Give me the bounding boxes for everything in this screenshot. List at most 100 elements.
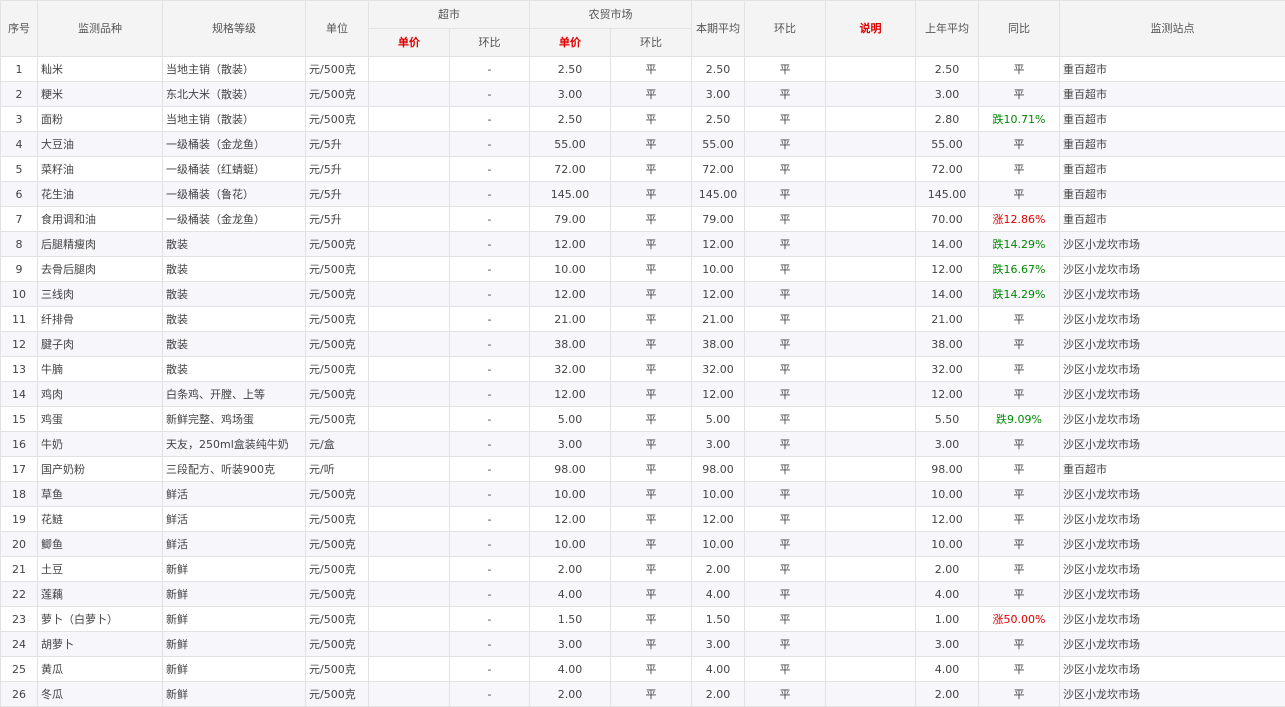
cell-yoy: 平 (978, 656, 1060, 682)
cell-unit: 元/500克 (305, 81, 369, 107)
cell-note (825, 631, 916, 657)
cell-spec: 鲜活 (162, 531, 306, 557)
header-row-top: 序号 监测品种 规格等级 单位 超市 农贸市场 本期平均 环比 说明 上年平均 … (0, 0, 1285, 57)
table-row: 8 后腿精瘦肉 散装 元/500克 -12.00 平 12.00 平 14.00 跌14.29% 沙… (0, 231, 1285, 257)
cell-current-avg: 145.00 (691, 181, 745, 207)
cell-note (825, 106, 916, 132)
cell-spec: 新鲜 (162, 631, 306, 657)
cell-seq: 1 (0, 56, 38, 82)
cell-seq: 14 (0, 381, 38, 407)
cell-supermarket-price (368, 181, 450, 207)
cell-supermarket-mom: - (449, 581, 530, 607)
cell-supermarket-mom: - (449, 631, 530, 657)
cell-seq: 11 (0, 306, 38, 332)
cell-spec: 鲜活 (162, 506, 306, 532)
table-row: 25 黄瓜 新鲜 元/500克 -4.00 平 4.00 平 4.00 平沙区小龙坎市场 (0, 656, 1285, 682)
cell-market-mom: 平 (610, 531, 692, 557)
cell-yoy: 平 (978, 681, 1060, 707)
cell-supermarket-price (368, 656, 450, 682)
cell-unit: 元/500克 (305, 531, 369, 557)
table-row: 6 花生油 一级桶装（鲁花） 元/5升 -145.00 平 145.00 平 145.00 平重百… (0, 181, 1285, 207)
cell-supermarket-mom: - (449, 56, 530, 82)
cell-yoy: 平 (978, 81, 1060, 107)
header-seq: 序号 (0, 0, 38, 57)
cell-yoy: 平 (978, 431, 1060, 457)
cell-yoy: 平 (978, 306, 1060, 332)
cell-station: 沙区小龙坎市场 (1059, 381, 1285, 407)
cell-yoy: 跌10.71% (978, 106, 1060, 132)
cell-market-price: 10.00 (529, 481, 611, 507)
cell-spec: 新鲜 (162, 656, 306, 682)
cell-variety: 鲫鱼 (37, 531, 163, 557)
cell-supermarket-mom: - (449, 231, 530, 257)
cell-market-mom: 平 (610, 331, 692, 357)
cell-supermarket-price (368, 306, 450, 332)
cell-market-mom: 平 (610, 356, 692, 382)
cell-station: 重百超市 (1059, 81, 1285, 107)
cell-mom: 平 (744, 106, 826, 132)
cell-unit: 元/500克 (305, 256, 369, 282)
cell-note (825, 456, 916, 482)
cell-supermarket-mom: - (449, 81, 530, 107)
table-row: 11 纤排骨 散装 元/500克 -21.00 平 21.00 平 21.00 平沙区小龙坎市场 (0, 306, 1285, 332)
cell-spec: 散装 (162, 306, 306, 332)
header-spec: 规格等级 (162, 0, 306, 57)
cell-supermarket-mom: - (449, 356, 530, 382)
cell-supermarket-price (368, 381, 450, 407)
cell-note (825, 256, 916, 282)
cell-station: 沙区小龙坎市场 (1059, 306, 1285, 332)
cell-mom: 平 (744, 256, 826, 282)
cell-supermarket-price (368, 456, 450, 482)
cell-market-mom: 平 (610, 181, 692, 207)
cell-seq: 10 (0, 281, 38, 307)
table-row: 12 腱子肉 散装 元/500克 -38.00 平 38.00 平 38.00 平沙区小龙坎市场 (0, 331, 1285, 357)
cell-variety: 花生油 (37, 181, 163, 207)
cell-market-mom: 平 (610, 581, 692, 607)
cell-unit: 元/听 (305, 456, 369, 482)
cell-supermarket-mom: - (449, 456, 530, 482)
cell-spec: 散装 (162, 331, 306, 357)
cell-yoy: 平 (978, 131, 1060, 157)
cell-yoy: 平 (978, 56, 1060, 82)
cell-market-mom: 平 (610, 681, 692, 707)
cell-yoy: 跌9.09% (978, 406, 1060, 432)
cell-last-year-avg: 38.00 (915, 331, 979, 357)
cell-seq: 25 (0, 656, 38, 682)
table-row: 23 萝卜（白萝卜） 新鲜 元/500克 -1.50 平 1.50 平 1.00 涨50.00% 沙… (0, 606, 1285, 632)
cell-station: 沙区小龙坎市场 (1059, 431, 1285, 457)
cell-yoy: 平 (978, 631, 1060, 657)
cell-mom: 平 (744, 606, 826, 632)
cell-note (825, 356, 916, 382)
cell-supermarket-mom: - (449, 381, 530, 407)
cell-market-price: 4.00 (529, 656, 611, 682)
cell-last-year-avg: 72.00 (915, 156, 979, 182)
cell-supermarket-mom: - (449, 506, 530, 532)
cell-spec: 新鲜完整、鸡场蛋 (162, 406, 306, 432)
cell-current-avg: 10.00 (691, 256, 745, 282)
cell-variety: 花鲢 (37, 506, 163, 532)
cell-market-price: 21.00 (529, 306, 611, 332)
cell-yoy: 平 (978, 506, 1060, 532)
cell-mom: 平 (744, 381, 826, 407)
cell-market-price: 10.00 (529, 531, 611, 557)
cell-current-avg: 10.00 (691, 531, 745, 557)
cell-variety: 籼米 (37, 56, 163, 82)
cell-supermarket-price (368, 281, 450, 307)
cell-unit: 元/500克 (305, 656, 369, 682)
cell-unit: 元/500克 (305, 681, 369, 707)
cell-station: 沙区小龙坎市场 (1059, 581, 1285, 607)
header-station: 监测站点 (1059, 0, 1285, 57)
cell-spec: 当地主销（散装） (162, 56, 306, 82)
cell-yoy: 跌14.29% (978, 281, 1060, 307)
table-row: 17 国产奶粉 三段配方、听装900克 元/听 -98.00 平 98.00 平 98.00 平重… (0, 456, 1285, 482)
table-row: 24 胡萝卜 新鲜 元/500克 -3.00 平 3.00 平 3.00 平沙区小龙坎市场 (0, 631, 1285, 657)
cell-unit: 元/5升 (305, 206, 369, 232)
cell-market-price: 3.00 (529, 81, 611, 107)
table-row: 19 花鲢 鲜活 元/500克 -12.00 平 12.00 平 12.00 平沙区小龙坎市场 (0, 506, 1285, 532)
cell-spec: 新鲜 (162, 681, 306, 707)
cell-spec: 散装 (162, 231, 306, 257)
cell-current-avg: 12.00 (691, 381, 745, 407)
cell-unit: 元/5升 (305, 131, 369, 157)
cell-note (825, 206, 916, 232)
cell-current-avg: 3.00 (691, 631, 745, 657)
